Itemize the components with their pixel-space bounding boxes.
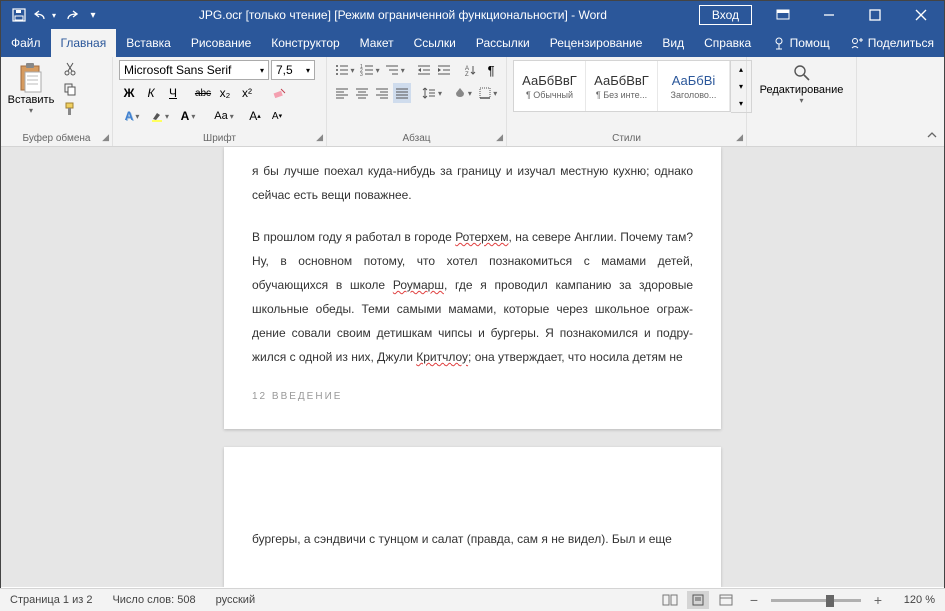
style-normal[interactable]: АаБбВвГ¶ Обычный xyxy=(514,61,586,111)
decrease-indent-button[interactable] xyxy=(416,60,434,80)
zoom-slider[interactable] xyxy=(771,599,861,602)
status-page[interactable]: Страница 1 из 2 xyxy=(10,594,92,606)
statusbar: Страница 1 из 2 Число слов: 508 русский … xyxy=(0,588,945,611)
bullets-button[interactable]: ▾ xyxy=(333,60,356,80)
minimize-button[interactable] xyxy=(806,1,852,29)
strikethrough-button[interactable]: abc xyxy=(193,83,213,103)
ribbon-group-clipboard: Вставить ▾ Буфер обмена ◢ xyxy=(1,57,113,146)
borders-button[interactable]: ▾ xyxy=(477,83,500,103)
format-painter-button[interactable] xyxy=(59,100,81,118)
text-effects-button[interactable]: A▾ xyxy=(119,106,145,126)
collapse-ribbon-button[interactable] xyxy=(926,130,938,142)
menu-insert[interactable]: Вставка xyxy=(116,29,181,57)
close-button[interactable] xyxy=(898,1,944,29)
paragraph-dialog-launcher[interactable]: ◢ xyxy=(496,132,503,143)
ribbon-display-button[interactable] xyxy=(760,1,806,29)
ribbon-group-styles: АаБбВвГ¶ Обычный АаБбВвГ¶ Без инте... Аа… xyxy=(507,57,747,146)
page-1: я бы лучше поехал куда-нибудь за границу… xyxy=(224,147,721,429)
svg-text:Z: Z xyxy=(465,72,469,76)
menu-home[interactable]: Главная xyxy=(51,29,117,57)
align-left-button[interactable] xyxy=(333,83,351,103)
menu-review[interactable]: Рецензирование xyxy=(540,29,653,57)
clear-formatting-button[interactable] xyxy=(269,83,289,103)
ribbon-group-font: Microsoft Sans Serif▾ 7,5▾ Ж К Ч abc x₂ … xyxy=(113,57,327,146)
ribbon-group-paragraph: ▾ 123▾ ▾ AZ ¶ ▾ ▾ ▾ Абзац ◢ xyxy=(327,57,507,146)
cut-button[interactable] xyxy=(59,60,81,78)
doc-paragraph: я бы лучше поехал куда-нибудь за границу… xyxy=(252,159,693,207)
style-gallery[interactable]: АаБбВвГ¶ Обычный АаБбВвГ¶ Без инте... Аа… xyxy=(513,60,731,112)
align-center-button[interactable] xyxy=(353,83,371,103)
clipboard-icon xyxy=(17,62,45,94)
show-marks-button[interactable]: ¶ xyxy=(482,60,500,80)
redo-button[interactable] xyxy=(59,3,83,27)
titlebar: ▾ ▾ JPG.ocr [только чтение] [Режим огран… xyxy=(1,1,944,29)
menu-mailings[interactable]: Рассылки xyxy=(466,29,540,57)
ribbon-group-editing: Редактирование ▾ xyxy=(747,57,857,146)
line-spacing-button[interactable]: ▾ xyxy=(420,83,443,103)
undo-button[interactable]: ▾ xyxy=(33,3,57,27)
page-2: бургеры, а сэндвичи с тунцом и салат (пр… xyxy=(224,447,721,587)
style-heading1[interactable]: АаБбВіЗаголово... xyxy=(658,61,730,111)
signin-button[interactable]: Вход xyxy=(699,5,752,25)
style-no-spacing[interactable]: АаБбВвГ¶ Без инте... xyxy=(586,61,658,111)
multilevel-list-button[interactable]: ▾ xyxy=(383,60,406,80)
menu-view[interactable]: Вид xyxy=(652,29,694,57)
underline-button[interactable]: Ч xyxy=(163,83,183,103)
styles-dialog-launcher[interactable]: ◢ xyxy=(736,132,743,143)
subscript-button[interactable]: x₂ xyxy=(215,83,235,103)
menu-references[interactable]: Ссылки xyxy=(404,29,466,57)
sort-button[interactable]: AZ xyxy=(462,60,480,80)
save-button[interactable] xyxy=(7,3,31,27)
view-web-layout[interactable] xyxy=(715,591,737,609)
numbering-button[interactable]: 123▾ xyxy=(358,60,381,80)
menu-draw[interactable]: Рисование xyxy=(181,29,261,57)
ribbon: Вставить ▾ Буфер обмена ◢ Microsoft Sans… xyxy=(1,57,944,147)
doc-paragraph: В прошлом году я работал в городе Ротерх… xyxy=(252,225,693,369)
shading-button[interactable]: ▾ xyxy=(451,83,474,103)
maximize-button[interactable] xyxy=(852,1,898,29)
qat-customize-button[interactable]: ▾ xyxy=(85,3,101,27)
menu-layout[interactable]: Макет xyxy=(350,29,404,57)
paste-button[interactable]: Вставить ▾ xyxy=(7,60,55,118)
italic-button[interactable]: К xyxy=(141,83,161,103)
doc-paragraph: бургеры, а сэндвичи с тунцом и салат (пр… xyxy=(252,527,693,551)
align-justify-button[interactable] xyxy=(393,83,411,103)
font-name-combo[interactable]: Microsoft Sans Serif▾ xyxy=(119,60,269,80)
menu-design[interactable]: Конструктор xyxy=(261,29,349,57)
status-language[interactable]: русский xyxy=(216,594,255,606)
tell-me-button[interactable]: Помощ xyxy=(762,29,840,57)
shrink-font-button[interactable]: A▾ xyxy=(267,106,287,126)
menu-file[interactable]: Файл xyxy=(1,29,51,57)
status-words[interactable]: Число слов: 508 xyxy=(112,594,195,606)
document-area[interactable]: я бы лучше поехал куда-нибудь за границу… xyxy=(1,147,944,587)
page-footer: 12 ВВЕДЕНИЕ xyxy=(252,391,693,402)
zoom-level[interactable]: 120 % xyxy=(895,594,935,606)
clipboard-dialog-launcher[interactable]: ◢ xyxy=(102,132,109,143)
grow-font-button[interactable]: A▴ xyxy=(245,106,265,126)
window-title: JPG.ocr [только чтение] [Режим ограничен… xyxy=(107,8,699,22)
superscript-button[interactable]: x² xyxy=(237,83,257,103)
view-read-mode[interactable] xyxy=(659,591,681,609)
font-size-combo[interactable]: 7,5▾ xyxy=(271,60,315,80)
align-right-button[interactable] xyxy=(373,83,391,103)
copy-button[interactable] xyxy=(59,80,81,98)
share-button[interactable]: Поделиться xyxy=(840,29,944,57)
change-case-button[interactable]: Aa▾ xyxy=(211,106,237,126)
menubar: Файл Главная Вставка Рисование Конструкт… xyxy=(1,29,944,57)
menu-help[interactable]: Справка xyxy=(694,29,761,57)
search-icon xyxy=(793,64,811,82)
font-dialog-launcher[interactable]: ◢ xyxy=(316,132,323,143)
view-print-layout[interactable] xyxy=(687,591,709,609)
bold-button[interactable]: Ж xyxy=(119,83,139,103)
zoom-out-button[interactable]: − xyxy=(743,591,765,609)
editing-button[interactable]: Редактирование ▾ xyxy=(753,60,850,105)
increase-indent-button[interactable] xyxy=(435,60,453,80)
font-color-button[interactable]: A▾ xyxy=(175,106,201,126)
highlight-button[interactable]: ▾ xyxy=(147,106,173,126)
svg-text:3: 3 xyxy=(360,72,363,76)
zoom-in-button[interactable]: + xyxy=(867,591,889,609)
